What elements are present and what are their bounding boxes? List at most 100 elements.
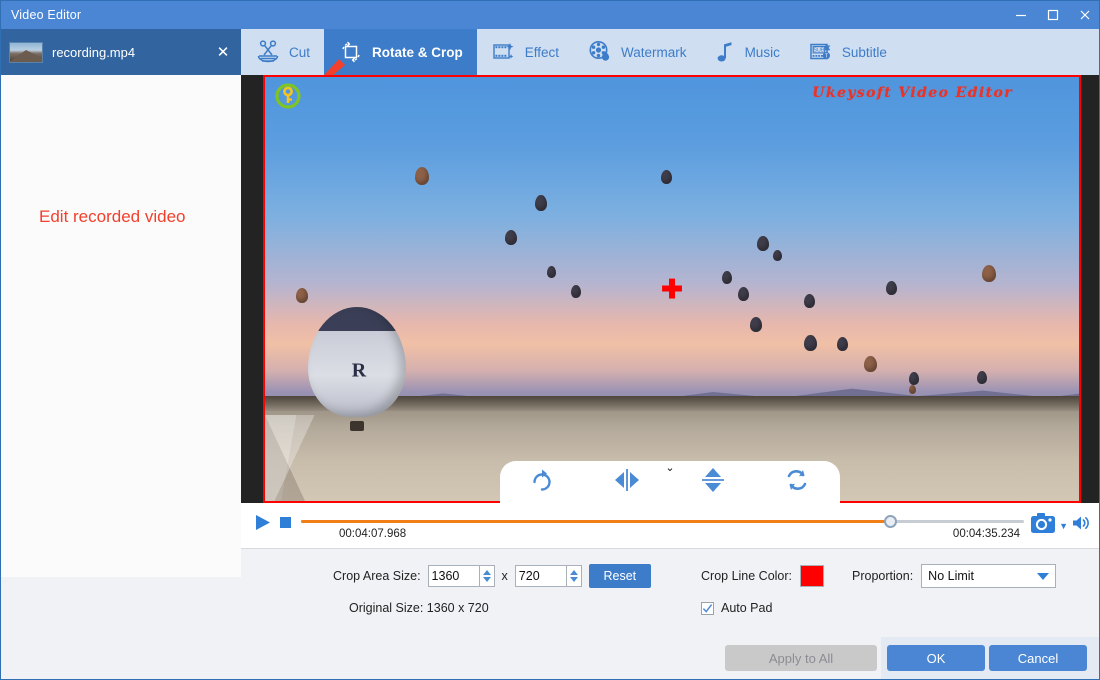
crop-width-spin[interactable] [479, 565, 495, 587]
tab-subtitle-label: Subtitle [841, 44, 887, 60]
balloon [505, 230, 517, 245]
collapse-chevron-icon[interactable]: ⌄ [665, 463, 674, 474]
seek-progress [301, 520, 891, 523]
seek-bar[interactable]: 00:04:07.968 00:04:35.234 [301, 511, 1025, 545]
balloon [982, 265, 996, 282]
player-right-controls: ▼ [1030, 511, 1091, 539]
original-size-label: Original Size: 1360 x 720 [349, 601, 489, 615]
auto-pad-row[interactable]: Auto Pad [701, 601, 772, 615]
key-watermark-icon [275, 83, 301, 109]
tab-watermark-label: Watermark [621, 44, 687, 60]
balloon [661, 170, 672, 184]
file-tab-label: recording.mp4 [52, 44, 136, 60]
tab-cut-label: Cut [289, 44, 311, 60]
file-tab-close-icon[interactable]: ✕ [213, 43, 233, 61]
left-panel: Edit recorded video [1, 75, 241, 637]
balloon [864, 356, 877, 372]
play-button[interactable] [251, 511, 275, 533]
video-preview[interactable]: R [263, 75, 1081, 503]
tab-watermark[interactable]: Watermark [573, 29, 701, 75]
music-note-icon [715, 39, 737, 65]
crop-width-stepper[interactable] [427, 565, 495, 587]
proportion-select[interactable]: No Limit [921, 564, 1057, 588]
crop-height-input[interactable] [514, 565, 567, 587]
balloon [296, 288, 308, 303]
balloon-basket [350, 421, 364, 431]
balloon [535, 195, 547, 211]
reset-button[interactable]: Reset [588, 564, 651, 588]
original-size-row: Original Size: 1360 x 720 [349, 601, 489, 615]
total-time-label: 00:04:35.234 [952, 528, 1021, 540]
balloon [757, 236, 769, 251]
tab-rotate-crop-label: Rotate & Crop [372, 44, 463, 60]
editor-toolbar: Cut Rotate & Crop Effect Watermark Music… [241, 29, 1099, 75]
crop-line-color-label: Crop Line Color: [701, 569, 793, 583]
rotate-toolbar: ⌄ [500, 461, 840, 503]
seek-handle[interactable] [884, 515, 898, 528]
effect-icon [491, 39, 517, 65]
stop-button[interactable] [275, 511, 295, 533]
minimize-button[interactable] [1005, 1, 1037, 29]
crop-area-size-label: Crop Area Size: [333, 569, 421, 583]
crop-height-spin[interactable] [566, 565, 582, 587]
maximize-button[interactable] [1037, 1, 1069, 29]
check-icon [702, 603, 713, 613]
auto-pad-checkbox[interactable] [701, 601, 714, 615]
left-panel-footer-fill [1, 577, 241, 637]
proportion-label: Proportion: [852, 569, 914, 583]
file-tab-recording[interactable]: recording.mp4 ✕ [1, 29, 241, 75]
svg-text:T: T [825, 53, 828, 59]
flip-vertical-icon[interactable] [700, 465, 726, 500]
crop-size-separator: x [501, 569, 508, 583]
title-bar: Video Editor [1, 1, 1099, 29]
stop-icon [279, 516, 291, 528]
tab-music[interactable]: Music [701, 29, 794, 75]
maximize-icon [1047, 9, 1059, 21]
camera-icon[interactable] [1030, 512, 1056, 539]
balloon [738, 287, 749, 301]
video-editor-window: Video Editor recording.mp4 ✕ Cut Rotate … [0, 0, 1100, 680]
rotate-right-icon[interactable] [529, 467, 555, 498]
crop-line-color-swatch[interactable] [800, 565, 825, 587]
preview-watermark-text: Ukeysoft Video Editor [812, 85, 1013, 101]
crop-line-color-row: Crop Line Color: Proportion: No Limit [701, 564, 1057, 588]
subtitle-icon: SUB T [808, 39, 834, 65]
svg-text:SUB: SUB [813, 48, 824, 54]
volume-icon[interactable] [1071, 514, 1091, 537]
balloon [750, 317, 762, 332]
close-button[interactable] [1069, 1, 1099, 29]
rotate-reset-icon[interactable] [783, 467, 811, 498]
balloon [722, 271, 732, 284]
tab-effect-label: Effect [524, 44, 560, 60]
annotation-label: Edit recorded video [39, 207, 186, 226]
tab-music-label: Music [744, 44, 780, 60]
preview-stage: R ✚ Ukeysoft Video Editor ⌄ [241, 75, 1099, 503]
minimize-icon [1016, 14, 1026, 17]
dialog-footer: Apply to All OK Cancel [1, 637, 1099, 679]
play-icon [256, 514, 270, 530]
balloon [804, 335, 817, 351]
close-icon [1080, 10, 1090, 20]
file-thumbnail [9, 41, 43, 63]
apply-to-all-button[interactable]: Apply to All [725, 645, 877, 671]
ok-button[interactable]: OK [887, 645, 985, 671]
crop-options-panel: Crop Area Size: x Reset Original Size: 1… [241, 549, 1099, 637]
flip-horizontal-icon[interactable] [612, 467, 642, 498]
snapshot-caret-icon[interactable]: ▼ [1059, 521, 1068, 531]
chevron-down-icon [1037, 572, 1050, 580]
balloon [886, 281, 897, 295]
balloon [547, 266, 556, 278]
balloon [773, 250, 782, 261]
auto-pad-label: Auto Pad [721, 601, 773, 615]
crop-height-stepper[interactable] [514, 565, 582, 587]
proportion-value: No Limit [928, 569, 975, 583]
player-bar: 00:04:07.968 00:04:35.234 ▼ [241, 503, 1099, 549]
current-time-label: 00:04:07.968 [339, 528, 407, 540]
balloon [804, 294, 815, 308]
tab-effect[interactable]: Effect [477, 29, 573, 75]
cancel-button[interactable]: Cancel [989, 645, 1087, 671]
balloon [837, 337, 848, 351]
window-controls [1005, 1, 1099, 29]
crop-width-input[interactable] [427, 565, 480, 587]
tab-subtitle[interactable]: SUB T Subtitle [794, 29, 901, 75]
